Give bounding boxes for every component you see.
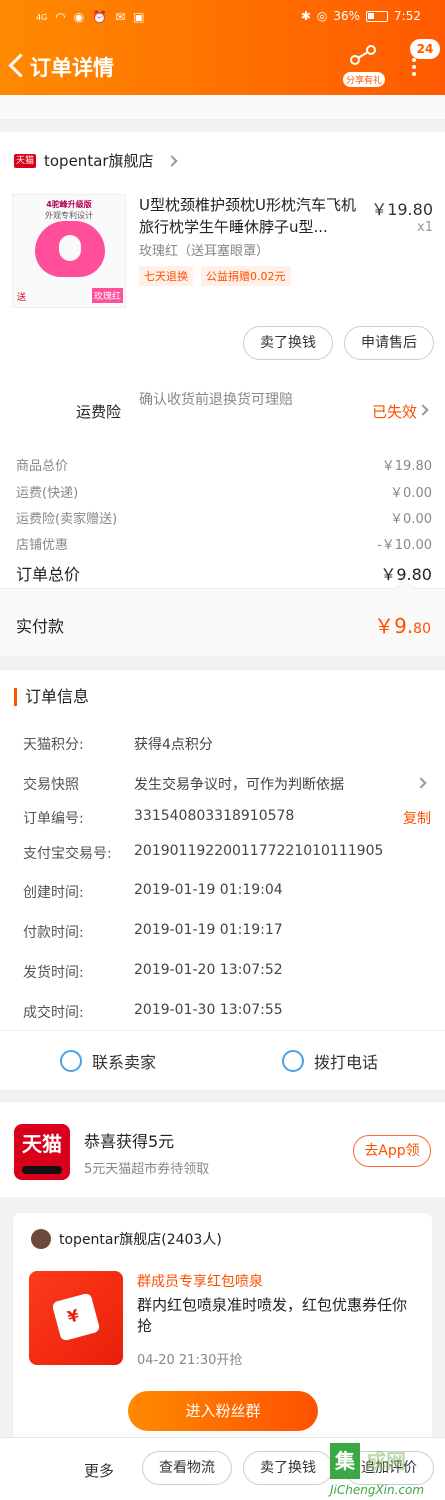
status-bar: 4G ◠ ◉ ⏰ ✉ ▣ ✱ ◎ 36% 7:52 <box>0 0 445 34</box>
order-info-title: 订单信息 <box>14 688 89 706</box>
image-caption: 4驼峰升级版 <box>46 200 92 209</box>
wifi-icon: ◠ <box>55 10 66 24</box>
fee-row-insurance: 运费险(卖家赠送) ￥0.00 <box>16 512 432 527</box>
back-icon[interactable] <box>6 50 26 80</box>
watermark-logo: 集 <box>330 1443 360 1479</box>
share-icon <box>350 45 376 65</box>
sell-exchange-button[interactable]: 卖了换钱 <box>243 1451 333 1485</box>
service-tag: 七天退换 <box>139 266 193 286</box>
join-group-button[interactable]: 进入粉丝群 <box>128 1391 318 1431</box>
phone-icon <box>282 1050 304 1072</box>
sell-exchange-button[interactable]: 卖了换钱 <box>243 326 333 360</box>
header: 4G ◠ ◉ ⏰ ✉ ▣ ✱ ◎ 36% 7:52 订单详情 分享有礼 24 <box>0 0 445 95</box>
more-button[interactable]: 更多 <box>84 1460 114 1481</box>
group-promo-desc: 群内红包喷泉准时喷发，红包优惠券任你抢 <box>137 1296 408 1335</box>
tmall-logo: 天猫 <box>14 1124 70 1180</box>
paid-value: ￥9.80 <box>374 614 431 638</box>
group-shop-name: topentar旗舰店(2403人) <box>59 1232 222 1248</box>
red-envelope-icon <box>29 1271 123 1365</box>
order-product-card: 天猫 topentar旗舰店 4驼峰升级版 外观专利设计 送 玫瑰红 U型枕颈椎护… <box>0 132 445 656</box>
charity-tag: 公益捐赠0.02元 <box>201 266 291 286</box>
contact-bar: 联系卖家 拨打电话 <box>0 1030 445 1090</box>
fee-row-shipping: 运费(快递) ￥0.00 <box>16 486 432 501</box>
copy-button[interactable]: 复制 <box>403 808 431 828</box>
signal-icon: 4G <box>36 12 48 22</box>
image-bottom-text: 送 <box>17 293 27 303</box>
nav-bar: 订单详情 分享有礼 <box>0 42 445 88</box>
app-icon: ▣ <box>133 10 145 24</box>
contact-seller-label: 联系卖家 <box>92 1053 157 1072</box>
insurance-label: 运费险 <box>76 403 122 421</box>
promo-card: 天猫 恭喜获得5元 5元天猫超市券待领取 去App领 <box>0 1102 445 1197</box>
fee-row-goods: 商品总价 ￥19.80 <box>16 459 432 474</box>
site-watermark: 集 成网 JiChengXin.com <box>330 1443 445 1500</box>
avatar <box>31 1229 51 1249</box>
promo-subtitle: 5元天猫超市券待领取 <box>84 1162 210 1177</box>
shop-link[interactable]: 天猫 topentar旗舰店 <box>14 150 178 171</box>
battery-icon <box>366 10 389 22</box>
order-info-card: 订单信息 天猫积分: 获得4点积分 交易快照 发生交易争议时，可作为判断依据 订单编… <box>0 670 445 1090</box>
paid-label: 实付款 <box>16 617 65 636</box>
promo-title: 恭喜获得5元 <box>84 1132 175 1151</box>
order-total-row: 订单总价 ￥9.80 <box>16 565 432 584</box>
image-subcaption: 外观专利设计 <box>45 211 93 220</box>
bluetooth-icon: ✱ <box>300 9 311 23</box>
clock: 7:52 <box>394 9 421 23</box>
product-quantity: x1 <box>417 220 433 235</box>
shop-name: topentar旗舰店 <box>44 152 154 170</box>
view-logistics-button[interactable]: 查看物流 <box>142 1451 232 1485</box>
insurance-status: 已失效 <box>371 403 417 421</box>
product-sku: 玫瑰红（送耳塞眼罩） <box>139 244 270 259</box>
paid-amount-row: 实付款 ￥9.80 <box>0 579 445 656</box>
message-badge: 24 <box>410 39 440 59</box>
more-menu-icon[interactable] <box>410 56 418 82</box>
after-sale-button[interactable]: 申请售后 <box>344 326 434 360</box>
pillow-illustration <box>35 221 105 277</box>
group-promo-title: 群成员专享红包喷泉 <box>137 1274 263 1290</box>
share-button[interactable]: 分享有礼 <box>343 44 389 88</box>
chevron-right-icon <box>417 404 429 416</box>
image-color-tag: 玫瑰红 <box>91 288 123 303</box>
product-tags: 七天退换 公益捐赠0.02元 <box>139 266 291 286</box>
go-app-button[interactable]: 去App领 <box>353 1135 431 1167</box>
chat-icon <box>60 1050 82 1072</box>
call-button[interactable]: 拨打电话 <box>282 1049 378 1073</box>
page-title: 订单详情 <box>30 56 114 80</box>
product-image[interactable]: 4驼峰升级版 外观专利设计 送 玫瑰红 <box>12 194 126 308</box>
group-header: topentar旗舰店(2403人) <box>31 1229 222 1249</box>
top-strip <box>0 95 445 120</box>
fee-row-discount: 店铺优惠 -￥10.00 <box>16 538 432 553</box>
tmall-tag: 天猫 <box>14 153 36 168</box>
product-price: ￥19.80 <box>371 200 433 219</box>
battery-percent: 36% <box>333 9 361 23</box>
share-label: 分享有礼 <box>343 72 386 87</box>
insurance-desc: 确认收货前退换货可理赔 <box>139 392 293 408</box>
alarm-icon: ⏰ <box>92 10 108 24</box>
chat-icon: ✉ <box>115 10 126 24</box>
fan-group-card: topentar旗舰店(2403人) 群成员专享红包喷泉 群内红包喷泉准时喷发，… <box>12 1212 433 1452</box>
watermark-text: 成网 <box>366 1449 406 1473</box>
chevron-right-icon <box>165 154 178 167</box>
shipping-insurance-row[interactable]: 运费险 确认收货前退换货可理赔 已失效 <box>0 387 445 437</box>
chevron-right-icon <box>415 777 427 789</box>
group-promo-time: 04-20 21:30开抢 <box>137 1353 243 1368</box>
eye-icon: ◉ <box>73 10 85 24</box>
product-title[interactable]: U型枕颈椎护颈枕U形枕汽车飞机旅行枕学生午睡休脖子u型... <box>139 194 359 238</box>
contact-seller-button[interactable]: 联系卖家 <box>60 1049 156 1073</box>
call-label: 拨打电话 <box>314 1053 379 1072</box>
watermark-url: JiChengXin.com <box>330 1483 425 1497</box>
location-icon: ◎ <box>316 9 328 23</box>
